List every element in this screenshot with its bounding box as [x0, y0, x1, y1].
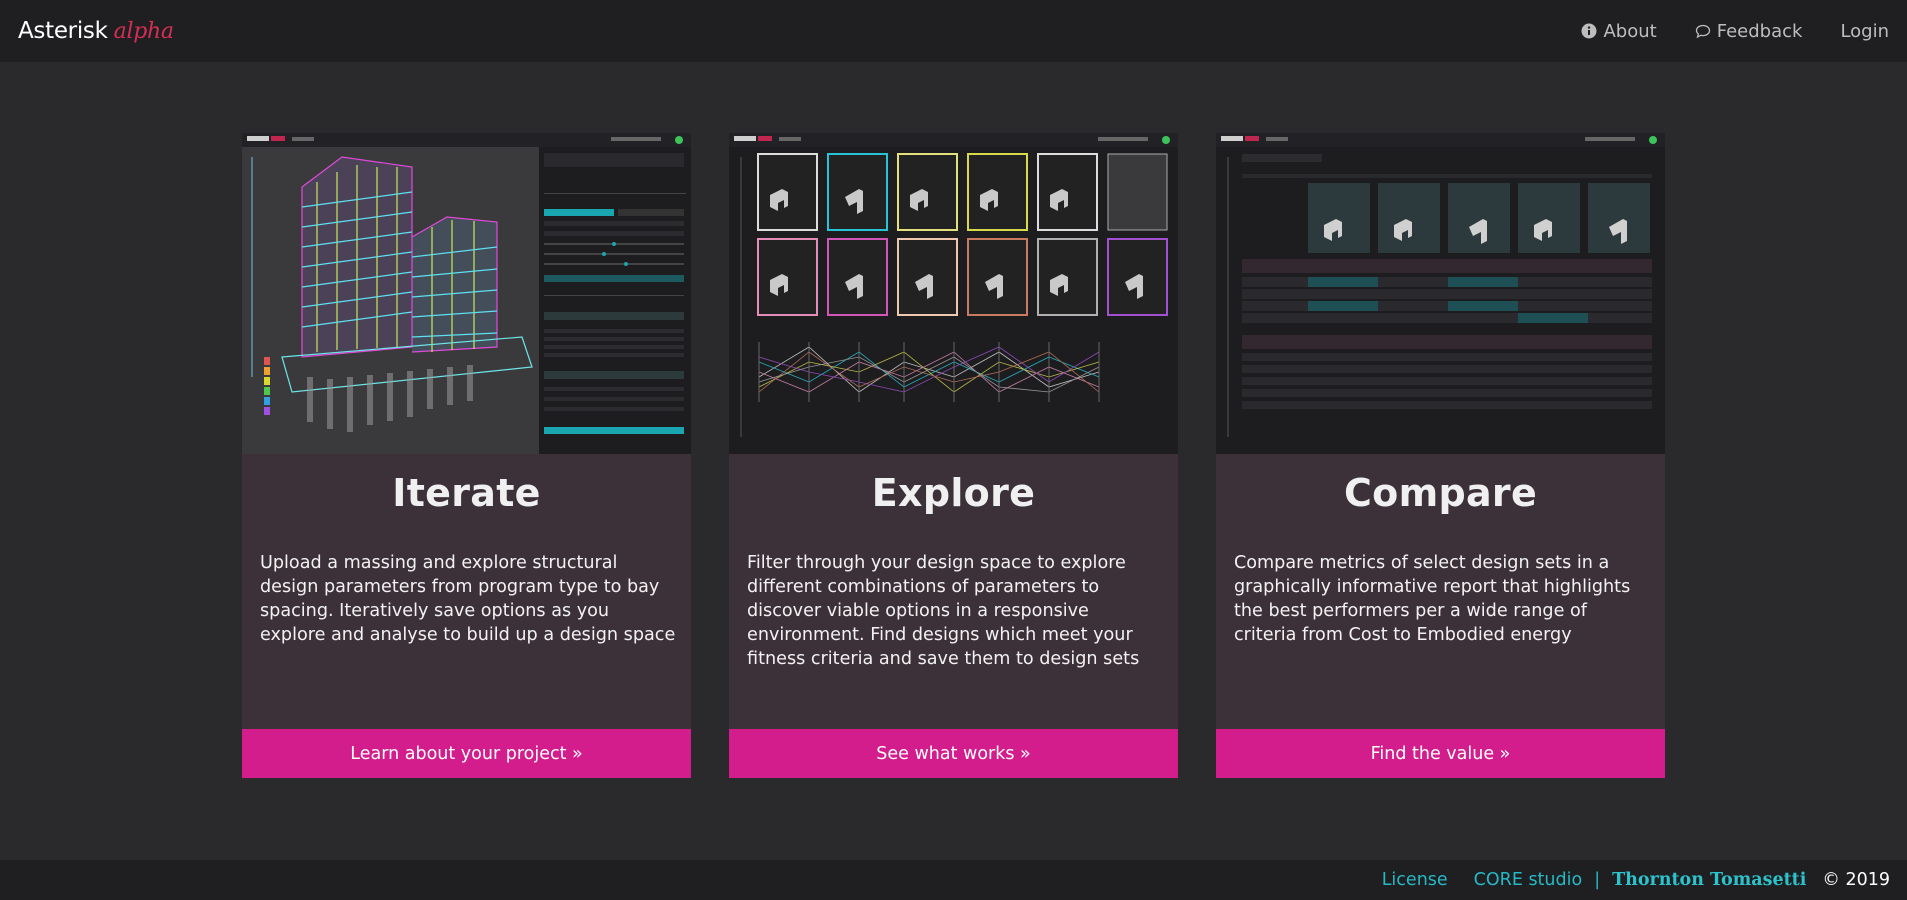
- thornton-tomasetti-logo[interactable]: Thornton Tomasetti: [1612, 870, 1806, 890]
- learn-about-project-button[interactable]: Learn about your project »: [242, 729, 691, 778]
- comment-icon: [1695, 24, 1710, 39]
- card-compare: Compare Compare metrics of select design…: [1216, 133, 1665, 778]
- nav-feedback-link[interactable]: Feedback: [1695, 20, 1803, 42]
- card-iterate: Iterate Upload a massing and explore str…: [242, 133, 691, 778]
- nav-login-link[interactable]: Login: [1840, 21, 1889, 42]
- footer-separator: |: [1594, 870, 1601, 890]
- nav-feedback-label: Feedback: [1716, 20, 1803, 42]
- card-title: Explore: [871, 471, 1036, 515]
- card-description: Compare metrics of select design sets in…: [1234, 553, 1631, 645]
- core-studio-link[interactable]: CORE studio: [1474, 870, 1583, 890]
- explore-screenshot: [729, 133, 1178, 454]
- find-the-value-button[interactable]: Find the value »: [1216, 729, 1665, 778]
- info-circle-icon: [1581, 23, 1597, 39]
- card-title: Compare: [1343, 471, 1538, 515]
- brand-name: Asterisk: [18, 18, 108, 44]
- card-title: Iterate: [392, 471, 541, 515]
- compare-screenshot: [1216, 133, 1665, 454]
- card-explore: Explore Filter through your design space…: [729, 133, 1178, 778]
- see-what-works-button[interactable]: See what works »: [729, 729, 1178, 778]
- card-description: Upload a massing and explore structural …: [260, 553, 676, 645]
- brand-alpha-tag: alpha: [113, 19, 174, 44]
- nav-about-label: About: [1603, 20, 1657, 42]
- brand-logo[interactable]: Asterisk alpha: [18, 18, 174, 44]
- nav-about-link[interactable]: About: [1581, 20, 1657, 42]
- nav-login-label: Login: [1840, 20, 1889, 42]
- feature-cards: Iterate Upload a massing and explore str…: [242, 133, 1665, 778]
- page-footer: License CORE studio | Thornton Tomasetti…: [0, 860, 1907, 900]
- nav-links: About Feedback Login: [1581, 21, 1889, 42]
- top-navbar: Asterisk alpha About Feedback Login: [0, 0, 1907, 62]
- iterate-screenshot: [242, 133, 691, 454]
- copyright: © 2019: [1822, 870, 1890, 890]
- card-description: Filter through your design space to expl…: [747, 553, 1140, 669]
- license-link[interactable]: License: [1382, 870, 1448, 890]
